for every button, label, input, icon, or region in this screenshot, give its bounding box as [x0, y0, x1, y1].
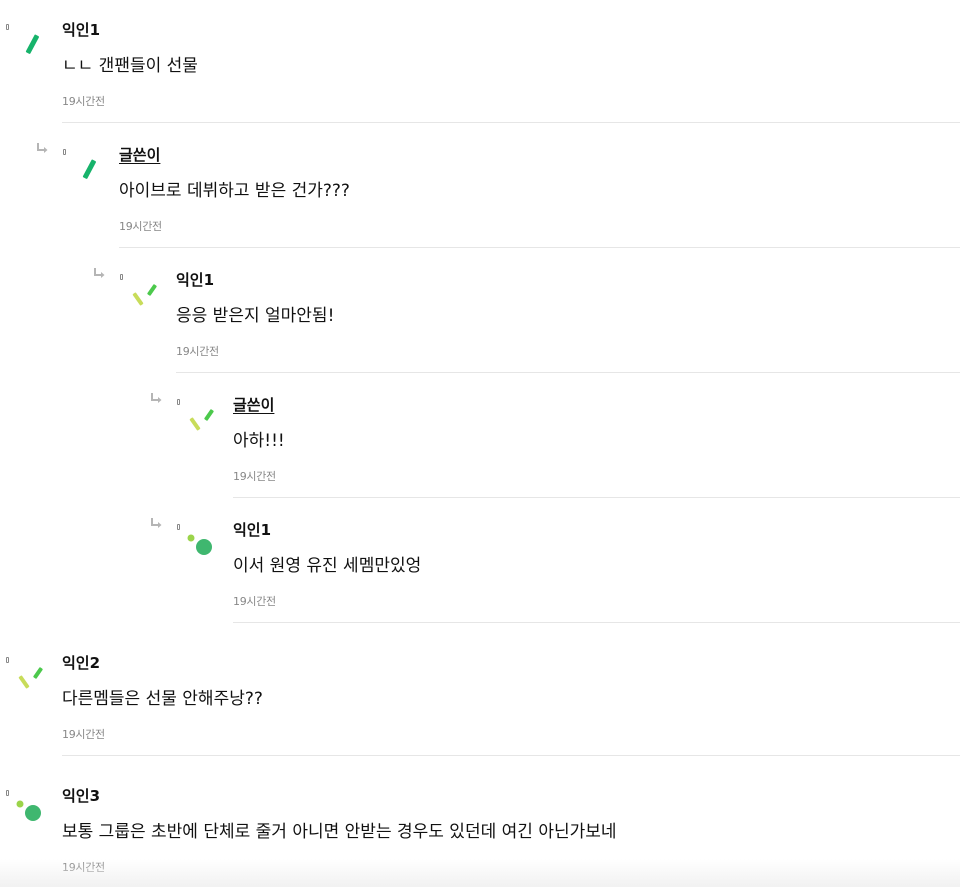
comment-divider — [62, 122, 960, 123]
comment-text: 이서 원영 유진 세멤만있엉 — [233, 556, 422, 576]
reply-comment: 글쓴이 아이브로 데뷔하고 받은 건가??? 19시간전 — [37, 125, 960, 249]
comment-author[interactable]: 익인1 — [176, 269, 214, 290]
comment: 익인2 다른멤들은 선물 안해주낭?? 19시간전 — [6, 633, 960, 757]
reply-comment: 익인1 이서 원영 유진 세멤만있엉 19시간전 — [151, 500, 960, 624]
reply-arrow-icon — [94, 268, 105, 278]
reply-arrow-icon — [151, 393, 162, 403]
comment-timestamp: 19시간전 — [233, 470, 276, 483]
comment-timestamp: 19시간전 — [119, 220, 162, 233]
comment-marker-icon — [6, 24, 9, 30]
reply-arrow-icon — [151, 518, 162, 528]
comment-text: 다른멤들은 선물 안해주낭?? — [62, 689, 263, 709]
comment-text: ㄴㄴ 갠팬들이 선물 — [62, 56, 198, 76]
sticks-avatar-icon — [18, 667, 43, 689]
reply-comment: 익인1 응응 받은지 얼마안됨! 19시간전 — [94, 250, 960, 374]
comment-marker-icon — [6, 657, 9, 663]
comment-text: 아이브로 데뷔하고 받은 건가??? — [119, 181, 350, 201]
comment-timestamp: 19시간전 — [62, 861, 105, 874]
comment-divider — [62, 755, 960, 756]
comment-author-op[interactable]: 글쓴이 — [233, 394, 274, 415]
dash-avatar-icon — [25, 34, 39, 54]
comment-divider — [233, 622, 960, 623]
comment-divider — [176, 372, 960, 373]
comment-divider — [233, 497, 960, 498]
comment-text: 응응 받은지 얼마안됨! — [176, 306, 335, 326]
dots-avatar-icon — [16, 800, 41, 821]
comment-timestamp: 19시간전 — [176, 345, 219, 358]
comment-marker-icon — [120, 274, 123, 280]
comment: 익인1 ㄴㄴ 갠팬들이 선물 19시간전 — [6, 0, 960, 124]
comment-marker-icon — [6, 790, 9, 796]
comment-author[interactable]: 익인1 — [62, 19, 100, 40]
comment-divider — [119, 247, 960, 248]
comment-text: 보통 그룹은 초반에 단체로 줄거 아니면 안받는 경우도 있던데 여긴 아닌가… — [62, 822, 617, 842]
reply-comment: 글쓴이 아하!!! 19시간전 — [151, 375, 960, 499]
comment-text: 아하!!! — [233, 431, 285, 451]
sticks-avatar-icon — [189, 409, 214, 431]
comment-thread: 익인1 ㄴㄴ 갠팬들이 선물 19시간전 글쓴이 아이브로 데뷔하고 받은 건가… — [0, 0, 960, 887]
comment-author[interactable]: 익인1 — [233, 519, 271, 540]
comment-timestamp: 19시간전 — [233, 595, 276, 608]
comment-marker-icon — [177, 524, 180, 530]
comment-timestamp: 19시간전 — [62, 728, 105, 741]
dots-avatar-icon — [187, 534, 212, 555]
sticks-avatar-icon — [132, 284, 157, 306]
reply-arrow-icon — [37, 143, 48, 153]
comment: 익인3 보통 그룹은 초반에 단체로 줄거 아니면 안받는 경우도 있던데 여긴… — [6, 766, 960, 890]
comment-author[interactable]: 익인3 — [62, 785, 100, 806]
dash-avatar-icon — [82, 159, 96, 179]
comment-marker-icon — [63, 149, 66, 155]
comment-timestamp: 19시간전 — [62, 95, 105, 108]
comment-author[interactable]: 익인2 — [62, 652, 100, 673]
comment-marker-icon — [177, 399, 180, 405]
comment-author-op[interactable]: 글쓴이 — [119, 144, 160, 165]
